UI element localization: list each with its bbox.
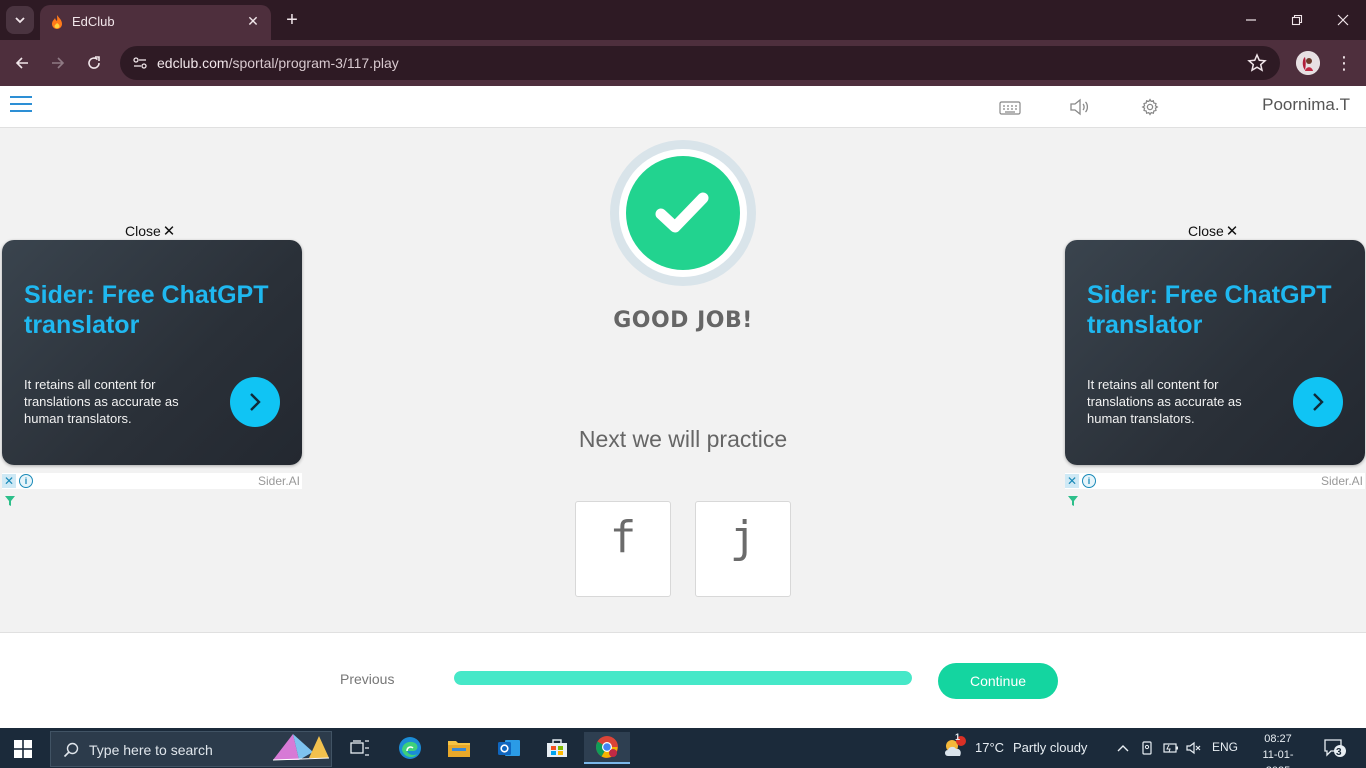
notification-count: 3: [1336, 747, 1342, 758]
browser-toolbar: edclub.com/sportal/program-3/117.play ⋮: [0, 40, 1366, 86]
speaker-icon[interactable]: [1068, 96, 1092, 118]
search-highlight-kite-icon: [272, 734, 330, 761]
chevron-right-icon: [1313, 393, 1324, 411]
clock[interactable]: 08:27 11-01-2025: [1253, 731, 1303, 768]
close-icon: [1337, 14, 1349, 26]
microsoft-store-icon[interactable]: [540, 732, 574, 764]
reload-button[interactable]: [80, 49, 108, 77]
keyboard-icon[interactable]: [998, 96, 1022, 118]
url-path: /sportal/program-3/117.play: [228, 55, 399, 71]
back-button[interactable]: [8, 49, 36, 77]
page-header: Poornima.T: [0, 86, 1366, 128]
minimize-icon: [1246, 19, 1256, 21]
close-window-button[interactable]: [1320, 6, 1366, 34]
avatar-icon: [1296, 51, 1320, 75]
windows-start-icon[interactable]: [14, 740, 32, 758]
restore-icon: [1291, 14, 1303, 26]
language-indicator[interactable]: ENG: [1212, 740, 1238, 754]
ad-arrow-button[interactable]: [1293, 377, 1343, 427]
clock-date: 11-01-2025: [1262, 749, 1294, 768]
ad-arrow-button[interactable]: [230, 377, 280, 427]
chevron-down-icon: [15, 17, 25, 24]
url-text: edclub.com/sportal/program-3/117.play: [157, 55, 399, 71]
minimize-button[interactable]: [1228, 6, 1274, 34]
restore-button[interactable]: [1274, 6, 1320, 34]
reload-icon: [88, 56, 100, 69]
ad-info-icon[interactable]: i: [1082, 474, 1096, 488]
settings-gear-icon[interactable]: [1138, 96, 1162, 118]
ad-title: Sider: Free ChatGPT translator: [24, 281, 269, 339]
clock-time: 08:27: [1264, 733, 1292, 745]
profile-avatar[interactable]: [1296, 51, 1320, 75]
lesson-footer: Previous Continue: [0, 632, 1366, 728]
checkmark-icon: [655, 192, 709, 233]
chevron-up-icon[interactable]: [1115, 740, 1131, 756]
hamburger-menu-icon[interactable]: [10, 96, 32, 114]
browser-tab-bar: EdClub ✕ +: [0, 0, 1366, 40]
key-j: j: [695, 501, 791, 597]
ad-card-left[interactable]: Sider: Free ChatGPT translator It retain…: [2, 240, 302, 465]
browser-menu-icon[interactable]: ⋮: [1334, 51, 1354, 75]
windows-taskbar: Type here to search 1 17°C Partly cloudy…: [0, 728, 1366, 768]
ad-body: It retains all content for translations …: [1087, 377, 1242, 426]
progress-bar: [454, 671, 912, 685]
weather-desc[interactable]: Partly cloudy: [1013, 740, 1087, 755]
search-placeholder: Type here to search: [89, 742, 213, 758]
ad-body: It retains all content for translations …: [24, 377, 179, 426]
ad-info-icon[interactable]: i: [19, 474, 33, 488]
tab-close-icon[interactable]: ✕: [243, 11, 263, 31]
success-badge: [610, 140, 756, 286]
battery-icon[interactable]: [1163, 740, 1179, 756]
ad-close-button[interactable]: Close ✕: [1188, 222, 1238, 240]
taskbar-search-input[interactable]: Type here to search: [50, 731, 332, 767]
address-bar[interactable]: edclub.com/sportal/program-3/117.play: [120, 46, 1280, 80]
ad-footer-right: ✕ i Sider.AI: [1065, 473, 1365, 489]
task-view-icon[interactable]: [343, 732, 377, 764]
close-icon: ✕: [162, 223, 176, 240]
tab-search-button[interactable]: [6, 6, 34, 34]
ad-brand: Sider.AI: [1320, 474, 1363, 488]
bookmark-star-icon[interactable]: [1246, 52, 1268, 74]
new-tab-button[interactable]: +: [280, 8, 304, 32]
meet-now-icon[interactable]: [1139, 740, 1155, 756]
file-explorer-icon[interactable]: [442, 732, 476, 764]
ad-dismiss-icon[interactable]: ✕: [2, 474, 16, 488]
site-info-icon[interactable]: [128, 51, 152, 75]
ad-dismiss-icon[interactable]: ✕: [1065, 474, 1079, 488]
edclub-favicon-icon: [52, 15, 62, 29]
arrow-right-icon: [52, 57, 65, 69]
previous-button[interactable]: Previous: [340, 671, 394, 687]
ad-funnel-icon: [1068, 496, 1078, 506]
ad-title: Sider: Free ChatGPT translator: [1087, 281, 1332, 339]
search-icon: [63, 742, 79, 758]
chevron-right-icon: [250, 393, 261, 411]
url-domain: edclub.com: [157, 55, 229, 71]
volume-muted-icon[interactable]: [1186, 740, 1202, 756]
close-icon: ✕: [1225, 223, 1239, 240]
outlook-icon[interactable]: [492, 732, 526, 764]
arrow-left-icon: [15, 57, 28, 69]
ad-footer-left: ✕ i Sider.AI: [2, 473, 302, 489]
weather-badge: 1: [955, 732, 961, 742]
good-job-heading: GOOD JOB!: [613, 308, 753, 333]
username[interactable]: Poornima.T: [1262, 95, 1350, 115]
ad-card-right[interactable]: Sider: Free ChatGPT translator It retain…: [1065, 240, 1365, 465]
forward-button[interactable]: [44, 49, 72, 77]
progress-fill: [454, 671, 912, 685]
edge-browser-icon[interactable]: [393, 732, 427, 764]
chrome-icon[interactable]: [584, 732, 630, 764]
tab-title: EdClub: [72, 14, 115, 29]
continue-button[interactable]: Continue: [938, 663, 1058, 699]
ad-close-button[interactable]: Close ✕: [125, 222, 175, 240]
notification-icon[interactable]: [1324, 739, 1346, 757]
key-f: f: [575, 501, 671, 597]
next-practice-label: Next we will practice: [578, 426, 788, 452]
ad-funnel-icon: [5, 496, 15, 506]
browser-tab[interactable]: EdClub ✕: [40, 5, 271, 40]
ad-brand: Sider.AI: [257, 474, 300, 488]
weather-temp[interactable]: 17°C: [975, 740, 1004, 755]
